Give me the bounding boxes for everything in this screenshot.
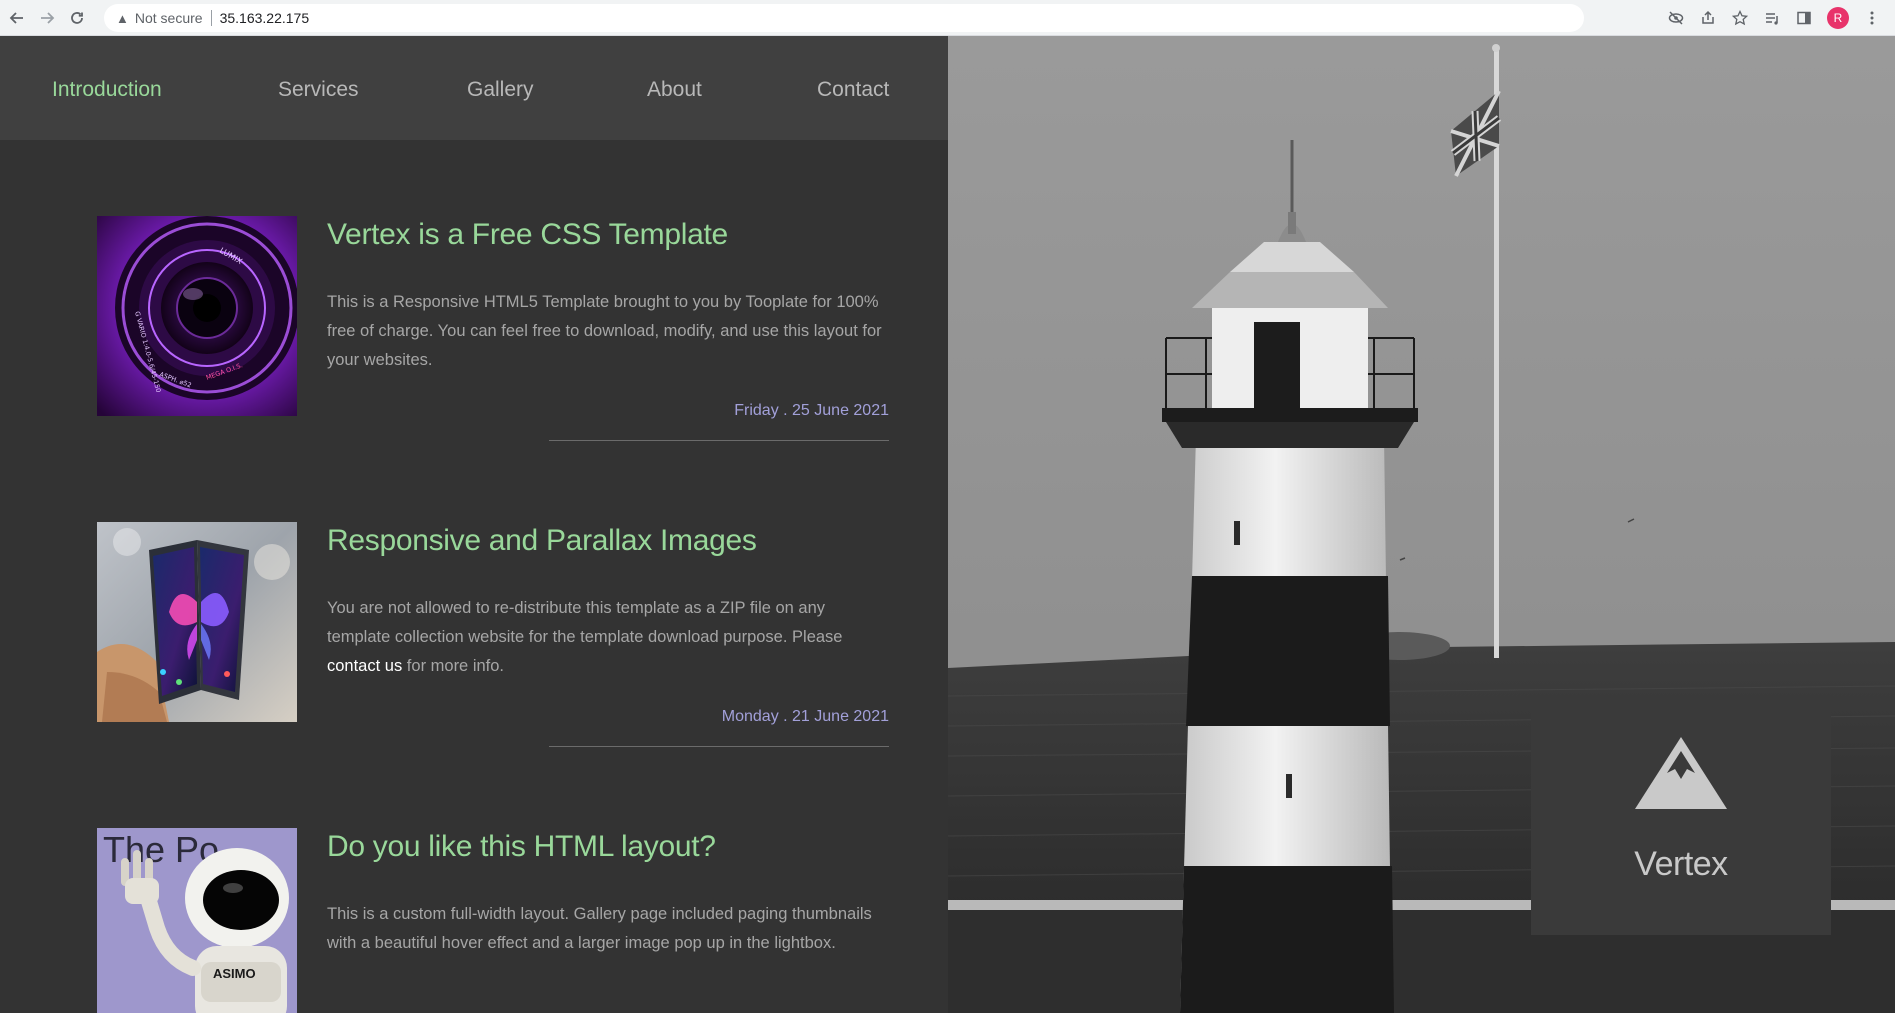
robot-image: The Po ASIMO — [97, 828, 297, 1013]
kebab-menu-icon[interactable] — [1863, 9, 1881, 27]
omnibox-divider — [210, 10, 212, 26]
post-body-text: for more info. — [402, 657, 505, 675]
camera-lens-image: LUMIX G VARIO 1:4.0-5.6/45-150 ASPH. ⌀52… — [97, 216, 297, 416]
nav-link-gallery[interactable]: Gallery — [467, 78, 534, 102]
contact-us-link[interactable]: contact us — [327, 657, 402, 675]
foldable-phone-image — [97, 522, 297, 722]
eye-off-icon[interactable] — [1667, 9, 1685, 27]
nav-link-services[interactable]: Services — [278, 78, 359, 102]
post-title[interactable]: Vertex is a Free CSS Template — [327, 218, 728, 252]
reload-icon[interactable] — [64, 5, 90, 31]
warning-icon: ▲ — [116, 10, 129, 26]
post-date: Friday . 25 June 2021 — [734, 402, 889, 419]
media-list-icon[interactable] — [1763, 9, 1781, 27]
url-text: 35.163.22.175 — [219, 10, 310, 26]
browser-actions: R — [1667, 0, 1895, 36]
content-panel: Introduction Services Gallery About Cont… — [0, 36, 948, 1013]
profile-avatar[interactable]: R — [1827, 7, 1849, 29]
share-icon[interactable] — [1699, 9, 1717, 27]
post-body: This is a custom full-width layout. Gall… — [327, 905, 872, 952]
post-body: You are not allowed to re-distribute thi… — [327, 594, 892, 681]
nav-link-introduction[interactable]: Introduction — [52, 78, 162, 102]
security-label: Not secure — [134, 10, 203, 26]
star-icon[interactable] — [1731, 9, 1749, 27]
main-nav: Introduction Services Gallery About Cont… — [0, 36, 948, 140]
post-title[interactable]: Responsive and Parallax Images — [327, 524, 757, 558]
side-panel-icon[interactable] — [1795, 9, 1813, 27]
post-divider — [549, 746, 889, 747]
browser-toolbar: ▲ Not secure 35.163.22.175 R — [0, 0, 1895, 36]
address-bar[interactable]: ▲ Not secure 35.163.22.175 — [104, 4, 1584, 32]
forward-icon[interactable] — [34, 5, 60, 31]
post-title[interactable]: Do you like this HTML layout? — [327, 830, 716, 864]
mountain-icon — [1635, 737, 1727, 809]
nav-link-about[interactable]: About — [647, 78, 702, 102]
nav-link-contact[interactable]: Contact — [817, 78, 889, 102]
hero-image-panel: Vertex — [948, 36, 1895, 1013]
post-divider — [549, 440, 889, 441]
post-body: This is a Responsive HTML5 Template brou… — [327, 293, 882, 369]
post-date: Monday . 21 June 2021 — [721, 708, 889, 725]
robot-image-text: ASIMO — [213, 966, 256, 981]
brand-name: Vertex — [1634, 845, 1728, 883]
brand-box[interactable]: Vertex — [1531, 695, 1831, 935]
post-body-text: You are not allowed to re-distribute thi… — [327, 599, 843, 646]
back-icon[interactable] — [4, 5, 30, 31]
